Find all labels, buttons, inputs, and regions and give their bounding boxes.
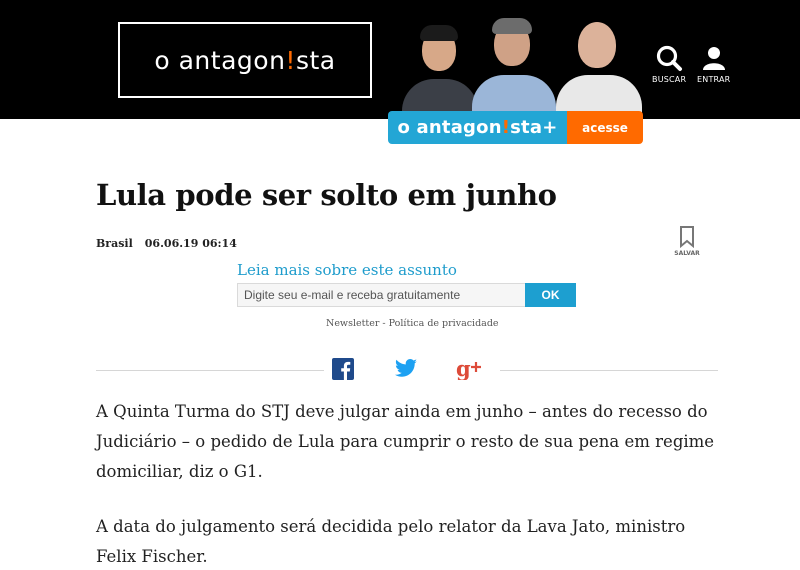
share-bar: g bbox=[96, 356, 718, 386]
article-date: 06.06.19 06:14 bbox=[144, 237, 237, 250]
facebook-share-button[interactable] bbox=[332, 358, 354, 384]
article-paragraph: A data do julgamento será decidida pelo … bbox=[96, 517, 686, 566]
search-label: BUSCAR bbox=[652, 75, 687, 84]
antagonista-plus-banner[interactable]: o antagon!sta+ acesse bbox=[388, 111, 643, 144]
site-header: o antagon!sta BUSCAR ENTRAR bbox=[0, 0, 800, 119]
article-category[interactable]: Brasil bbox=[96, 237, 133, 250]
bookmark-icon bbox=[680, 226, 694, 248]
newsletter-heading: Leia mais sobre este assunto bbox=[237, 261, 457, 279]
svg-text:g: g bbox=[456, 358, 471, 380]
newsletter-privacy-links[interactable]: Newsletter - Política de privacidade bbox=[326, 318, 499, 329]
article-meta: Brasil 06.06.19 06:14 bbox=[96, 237, 237, 250]
save-label: SALVAR bbox=[674, 250, 700, 257]
user-icon bbox=[702, 47, 725, 70]
article-title: Lula pode ser solto em junho bbox=[96, 178, 557, 212]
logo-text: o antagon!sta bbox=[154, 45, 336, 75]
search-button[interactable]: BUSCAR bbox=[652, 44, 686, 84]
share-divider-right bbox=[500, 370, 718, 371]
hosts-photo bbox=[398, 14, 642, 119]
site-logo[interactable]: o antagon!sta bbox=[118, 22, 372, 98]
plus-cta-label: acesse bbox=[582, 120, 628, 135]
plus-cta-button[interactable]: acesse bbox=[567, 111, 643, 144]
twitter-icon bbox=[395, 359, 417, 377]
twitter-share-button[interactable] bbox=[394, 358, 418, 384]
plus-brand: o antagon!sta+ bbox=[388, 111, 567, 144]
newsletter-submit-button[interactable]: OK bbox=[525, 283, 576, 307]
search-icon bbox=[657, 45, 683, 71]
google-plus-share-button[interactable]: g bbox=[456, 356, 482, 384]
newsletter-email-input[interactable] bbox=[237, 283, 525, 307]
facebook-icon bbox=[332, 358, 354, 380]
newsletter-form: OK bbox=[237, 283, 576, 307]
login-button[interactable]: ENTRAR bbox=[697, 44, 730, 84]
save-button[interactable]: SALVAR bbox=[673, 226, 701, 257]
share-divider-left bbox=[96, 370, 324, 371]
google-plus-icon: g bbox=[456, 356, 481, 381]
login-label: ENTRAR bbox=[697, 75, 731, 84]
article-paragraph: A Quinta Turma do STJ deve julgar ainda … bbox=[96, 402, 715, 481]
